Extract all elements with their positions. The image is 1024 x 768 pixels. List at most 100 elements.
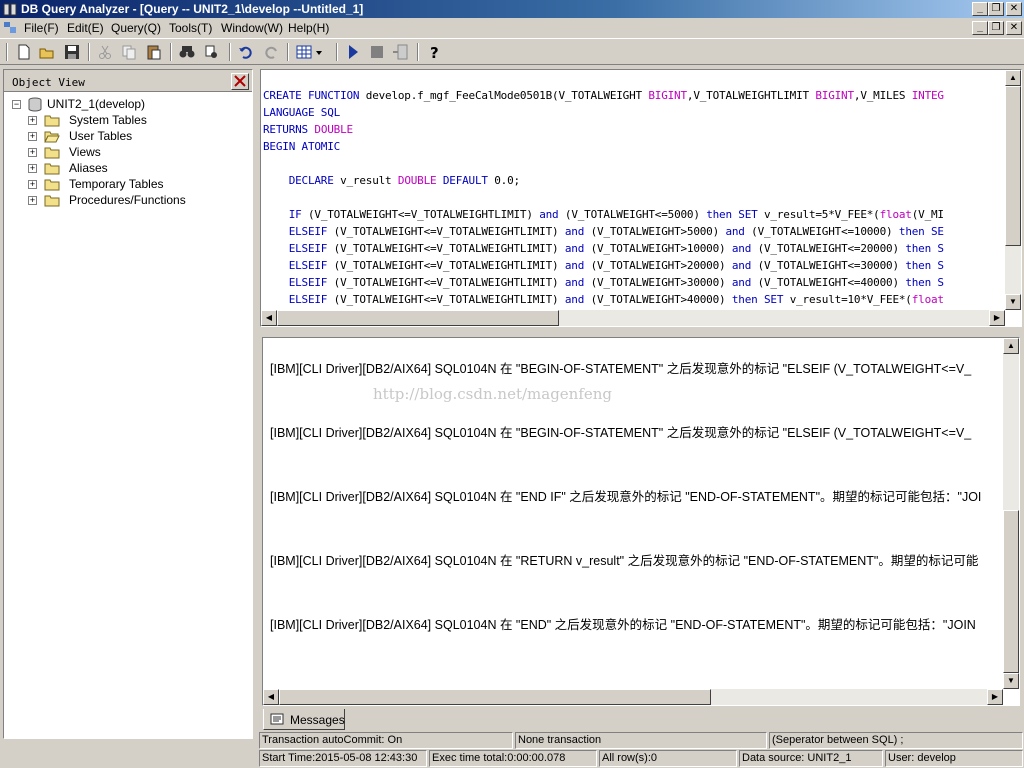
messages-horizontal-scrollbar[interactable]: ◀ ▶ — [263, 689, 1003, 705]
scroll-thumb[interactable] — [279, 689, 711, 705]
code-token: (V_TOTALWEIGHT<=V_TOTALWEIGHTLIMIT) — [333, 259, 565, 272]
code-token: (V_TOTALWEIGHT<=5000) — [564, 208, 707, 221]
code-token: DOUBLE — [397, 174, 443, 187]
code-line: ELSEIF (V_TOTALWEIGHT<=V_TOTALWEIGHTLIMI… — [263, 242, 944, 255]
tree-item[interactable]: + System Tables — [28, 113, 242, 129]
code-token: (V_TOTALWEIGHT<=20000) — [757, 242, 906, 255]
replace-icon[interactable] — [203, 43, 221, 61]
menu-help[interactable]: Help(H) — [288, 21, 329, 35]
tab-messages[interactable]: Messages — [263, 709, 345, 730]
undo-icon[interactable] — [237, 43, 255, 61]
code-token: v_result=5*V_FEE*( — [764, 208, 880, 221]
code-token: (V_TOTALWEIGHT>40000) — [590, 293, 732, 306]
object-view-header: Object View — [4, 70, 252, 92]
scroll-down-icon[interactable]: ▼ — [1003, 673, 1019, 689]
code-token: ,V_MILES — [853, 89, 912, 102]
redo-icon[interactable] — [262, 43, 280, 61]
code-token: and — [731, 242, 758, 255]
code-token: (V_TOTALWEIGHT<=V_TOTALWEIGHTLIMIT) — [333, 276, 565, 289]
window-title: DB Query Analyzer - [Query -- UNIT2_1\de… — [21, 2, 364, 16]
tree-root[interactable]: − UNIT2_1(develop) — [12, 97, 242, 113]
code-token: (V_TOTALWEIGHT<=V_TOTALWEIGHTLIMIT) — [307, 208, 540, 221]
minimize-icon[interactable]: _ — [972, 2, 988, 16]
mdi-close-icon[interactable]: ✕ — [1006, 21, 1022, 35]
grid-icon[interactable] — [295, 43, 325, 61]
code-token: (V_TOTALWEIGHT<=V_TOTALWEIGHTLIMIT) — [333, 293, 565, 306]
messages-vertical-scrollbar[interactable]: ▲ ▼ — [1003, 338, 1019, 689]
expand-icon[interactable]: + — [28, 196, 37, 205]
expand-icon[interactable]: + — [28, 148, 37, 157]
code-token: 0.0; — [494, 174, 520, 187]
app-icon — [3, 2, 17, 16]
code-token: DOUBLE — [314, 123, 353, 136]
tree-item[interactable]: + Procedures/Functions — [28, 193, 242, 209]
tree-item-label: Views — [69, 145, 101, 159]
sql-editor[interactable]: CREATE FUNCTION develop.f_mgf_FeeCalMode… — [260, 69, 1022, 327]
code-token: INTEG — [911, 89, 944, 102]
collapse-icon[interactable]: − — [12, 100, 21, 109]
new-icon[interactable] — [15, 43, 33, 61]
message-item: [IBM][CLI Driver][DB2/AIX64] SQL0104N 在 … — [270, 554, 979, 568]
tree-item[interactable]: + Views — [28, 145, 242, 161]
editor-vertical-scrollbar[interactable]: ▲ ▼ — [1005, 70, 1021, 310]
folder-open-icon — [44, 130, 60, 143]
expand-icon[interactable]: + — [28, 180, 37, 189]
status-transaction: None transaction — [515, 732, 767, 749]
menu-edit[interactable]: Edit(E) — [67, 21, 104, 35]
expand-icon[interactable]: + — [28, 116, 37, 125]
menu-window[interactable]: Window(W) — [221, 21, 283, 35]
plan-icon[interactable] — [391, 43, 409, 61]
splitter[interactable] — [257, 330, 1024, 334]
close-icon[interactable] — [231, 73, 249, 90]
editor-horizontal-scrollbar[interactable]: ◀ ▶ — [261, 310, 1005, 326]
stop-icon[interactable] — [368, 43, 386, 61]
code-line: IF (V_TOTALWEIGHT<=V_TOTALWEIGHTLIMIT) a… — [263, 208, 944, 221]
save-icon[interactable] — [63, 43, 81, 61]
scroll-up-icon[interactable]: ▲ — [1005, 70, 1021, 86]
tree-item[interactable]: + User Tables — [28, 129, 242, 145]
scroll-left-icon[interactable]: ◀ — [263, 689, 279, 705]
watermark: http://blog.csdn.net/magenfeng — [373, 385, 613, 403]
help-icon[interactable]: ? — [425, 43, 443, 62]
tree-item[interactable]: + Temporary Tables — [28, 177, 242, 193]
menu-file[interactable]: File(F) — [24, 21, 59, 35]
messages-panel: http://blog.csdn.net/magenfeng [IBM][CLI… — [262, 337, 1020, 706]
cut-icon[interactable] — [96, 43, 114, 61]
status-rows: All row(s):0 — [599, 750, 737, 767]
scroll-left-icon[interactable]: ◀ — [261, 310, 277, 326]
execute-icon[interactable] — [344, 43, 362, 61]
open-icon[interactable] — [38, 43, 56, 61]
expand-icon[interactable]: + — [28, 132, 37, 141]
menu-tools[interactable]: Tools(T) — [169, 21, 212, 35]
scroll-thumb[interactable] — [277, 310, 559, 326]
close-icon[interactable]: ✕ — [1006, 2, 1022, 16]
mdi-minimize-icon[interactable]: _ — [972, 21, 988, 35]
tree-root-label: UNIT2_1(develop) — [47, 97, 146, 111]
status-data-source: Data source: UNIT2_1 — [739, 750, 883, 767]
mdi-restore-icon[interactable]: ❐ — [988, 21, 1004, 35]
scroll-thumb[interactable] — [1005, 86, 1021, 246]
toolbar-grip — [6, 43, 8, 61]
code-token: ,V_TOTALWEIGHTLIMIT — [686, 89, 816, 102]
scroll-up-icon[interactable]: ▲ — [1003, 338, 1019, 354]
code-token: (V_TOTALWEIGHT<=40000) — [757, 276, 906, 289]
copy-icon[interactable] — [120, 43, 138, 61]
scroll-right-icon[interactable]: ▶ — [987, 689, 1003, 705]
code-token: then SE — [898, 225, 944, 238]
document-icon[interactable] — [3, 21, 17, 35]
scroll-thumb[interactable] — [1003, 510, 1019, 673]
code-token: DECLARE — [263, 174, 341, 187]
object-view-panel: Object View − UNIT2_1(develop) + System T… — [3, 69, 253, 739]
restore-icon[interactable]: ❐ — [988, 2, 1004, 16]
scroll-right-icon[interactable]: ▶ — [989, 310, 1005, 326]
tree-item[interactable]: + Aliases — [28, 161, 242, 177]
find-icon[interactable] — [178, 43, 196, 61]
folder-icon — [44, 178, 60, 191]
scroll-down-icon[interactable]: ▼ — [1005, 294, 1021, 310]
code-token: (V_TOTALWEIGHT<=V_TOTALWEIGHTLIMIT) — [333, 242, 565, 255]
expand-icon[interactable]: + — [28, 164, 37, 173]
paste-icon[interactable] — [145, 43, 163, 61]
code-token: then SET — [731, 293, 790, 306]
code-line: LANGUAGE SQL — [263, 106, 340, 119]
menu-query[interactable]: Query(Q) — [111, 21, 161, 35]
